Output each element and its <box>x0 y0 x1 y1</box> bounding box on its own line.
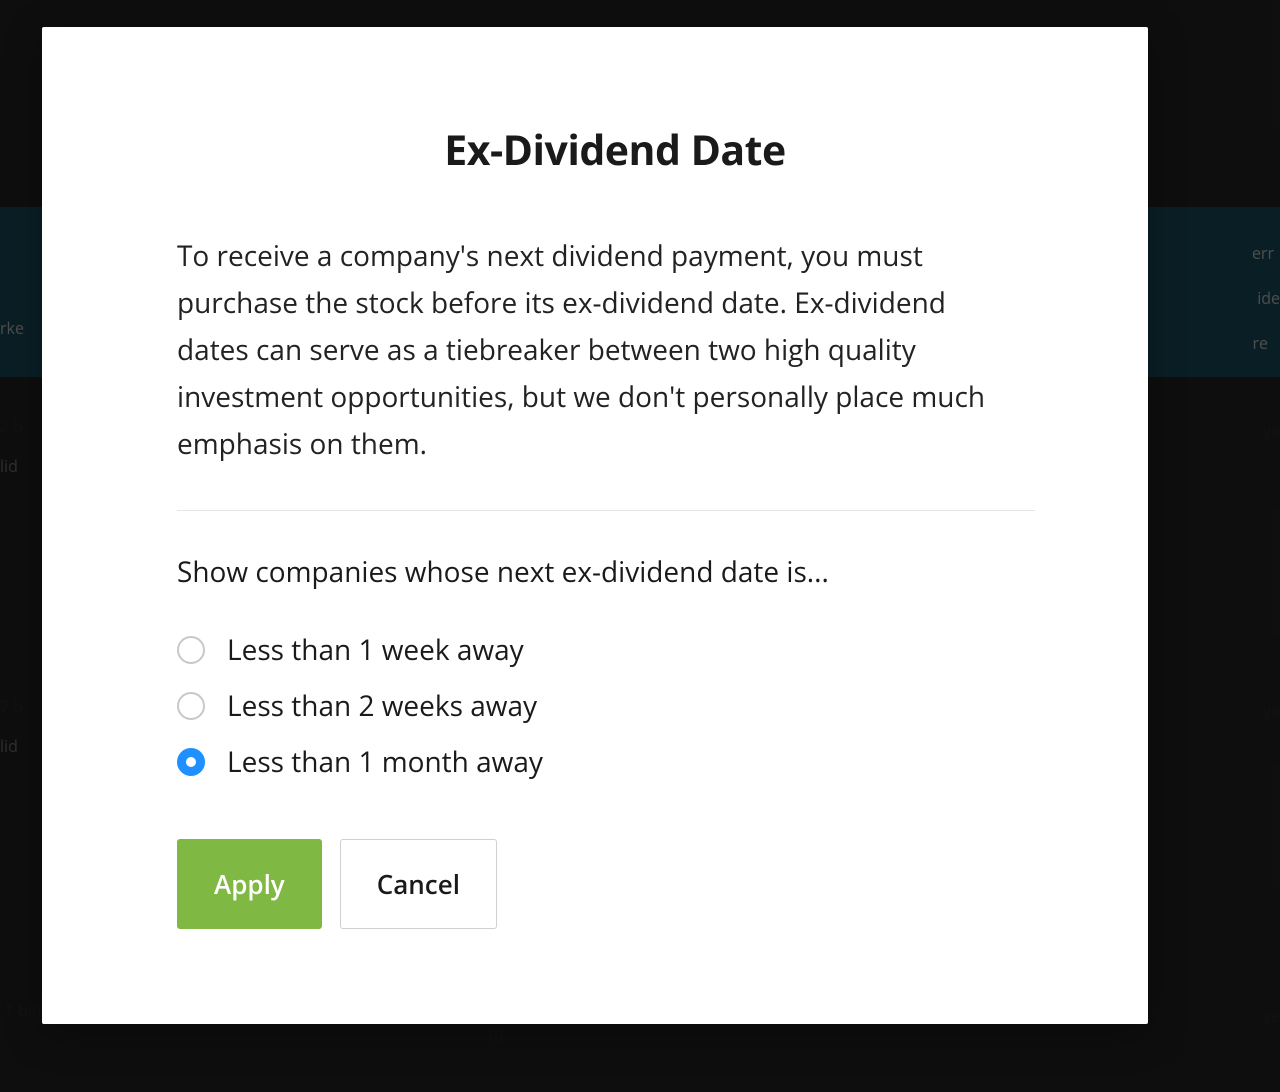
radio-label: Less than 1 month away <box>227 743 543 781</box>
radio-label: Less than 2 weeks away <box>227 687 537 725</box>
divider <box>177 510 1035 511</box>
modal-button-row: Apply Cancel <box>177 839 1053 929</box>
radio-icon <box>177 636 205 664</box>
radio-option-2-weeks[interactable]: Less than 2 weeks away <box>177 687 1053 725</box>
radio-option-1-week[interactable]: Less than 1 week away <box>177 631 1053 669</box>
date-range-radio-group: Less than 1 week away Less than 2 weeks … <box>177 631 1053 781</box>
filter-prompt: Show companies whose next ex-dividend da… <box>177 553 1053 591</box>
radio-icon <box>177 748 205 776</box>
radio-icon <box>177 692 205 720</box>
apply-button[interactable]: Apply <box>177 839 322 929</box>
radio-option-1-month[interactable]: Less than 1 month away <box>177 743 1053 781</box>
radio-label: Less than 1 week away <box>227 631 524 669</box>
cancel-button[interactable]: Cancel <box>340 839 497 929</box>
ex-dividend-date-modal: Ex-Dividend Date To receive a company's … <box>42 27 1148 1024</box>
modal-title: Ex-Dividend Date <box>177 122 1053 178</box>
modal-description: To receive a company's next dividend pay… <box>177 233 1053 468</box>
